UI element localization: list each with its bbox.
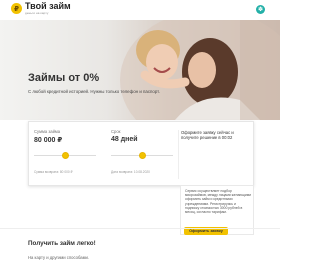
- term-slider[interactable]: [111, 152, 173, 159]
- result-text: Оформите заявку сейчас и получите решени…: [181, 130, 234, 140]
- amount-note: Сумма возврата: 80 000 ₽: [34, 170, 73, 174]
- amount-label: Сумма займа: [34, 129, 61, 134]
- term-slider-handle[interactable]: [138, 152, 146, 159]
- term-label: Срок: [111, 129, 121, 134]
- service-info-text: Сервис осуществляет подбор микрозаймов, …: [185, 189, 251, 215]
- site-header: ₽ Твой займ деньги на карту ✽: [0, 0, 280, 20]
- coin-logo-icon: ₽: [11, 3, 22, 14]
- amount-slider[interactable]: [34, 152, 96, 159]
- term-note: Дата возврата: 10.08.2020: [111, 170, 150, 174]
- hero-subtitle: С любой кредитной историей. Нужны только…: [28, 89, 160, 94]
- amount-slider-handle[interactable]: [61, 152, 69, 159]
- family-photo: [120, 20, 280, 120]
- section-subtitle: На карту и другими способами.: [28, 255, 89, 260]
- section-divider: [0, 228, 280, 229]
- logo-tagline: деньги на карту: [25, 11, 49, 15]
- logo-text-group: Твой займ деньги на карту: [25, 1, 71, 16]
- card-divider: [178, 130, 179, 179]
- hero-title: Займы от 0%: [28, 72, 100, 84]
- logo-title: Твой займ: [25, 1, 71, 11]
- section-title: Получить займ легко!: [28, 240, 96, 247]
- logo[interactable]: ₽ Твой займ деньги на карту: [11, 2, 71, 15]
- hero-banner: Займы от 0% С любой кредитной историей. …: [0, 20, 280, 120]
- loan-calculator: Сумма займа 80 000 ₽ Сумма возврата: 80 …: [28, 121, 254, 186]
- swirl-icon[interactable]: ✽: [256, 5, 265, 14]
- term-value: 48 дней: [111, 136, 138, 143]
- amount-value: 80 000 ₽: [34, 137, 63, 144]
